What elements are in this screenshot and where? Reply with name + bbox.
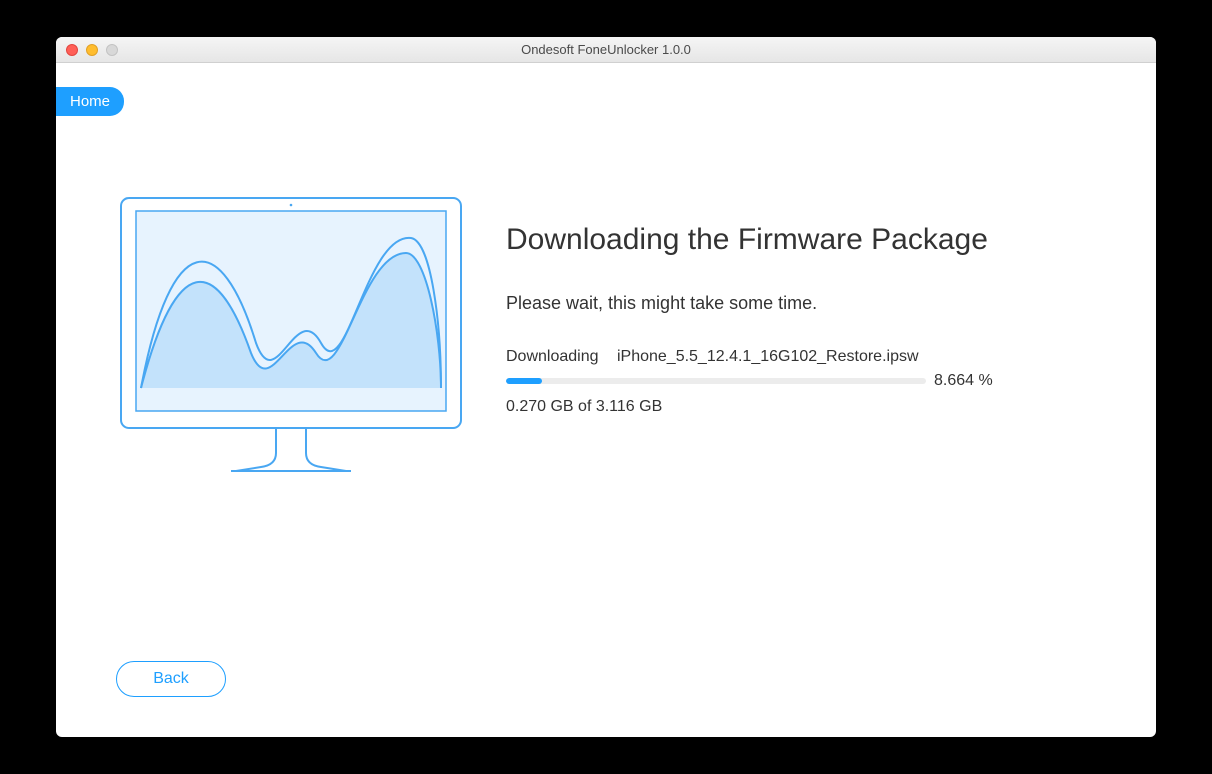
page-subtext: Please wait, this might take some time. [506,293,1096,314]
app-window: Ondesoft FoneUnlocker 1.0.0 Home [56,37,1156,737]
progress-percent: 8.664 % [934,372,993,390]
titlebar: Ondesoft FoneUnlocker 1.0.0 [56,37,1156,63]
back-button[interactable]: Back [116,661,226,697]
home-button[interactable]: Home [56,87,124,116]
progress-row: 8.664 % [506,372,1096,390]
progress-fill [506,378,542,384]
main-row: Downloading the Firmware Package Please … [56,63,1156,488]
download-file-row: Downloading iPhone_5.5_12.4.1_16G102_Res… [506,348,1096,366]
page-heading: Downloading the Firmware Package [506,223,1096,257]
progress-bar [506,378,926,384]
download-label: Downloading [506,348,599,365]
download-filename: iPhone_5.5_12.4.1_16G102_Restore.ipsw [617,348,919,365]
window-title: Ondesoft FoneUnlocker 1.0.0 [56,42,1156,57]
right-pane: Downloading the Firmware Package Please … [506,193,1096,488]
content-area: Home [56,63,1156,737]
monitor-illustration [116,193,466,488]
download-size: 0.270 GB of 3.116 GB [506,398,1096,416]
